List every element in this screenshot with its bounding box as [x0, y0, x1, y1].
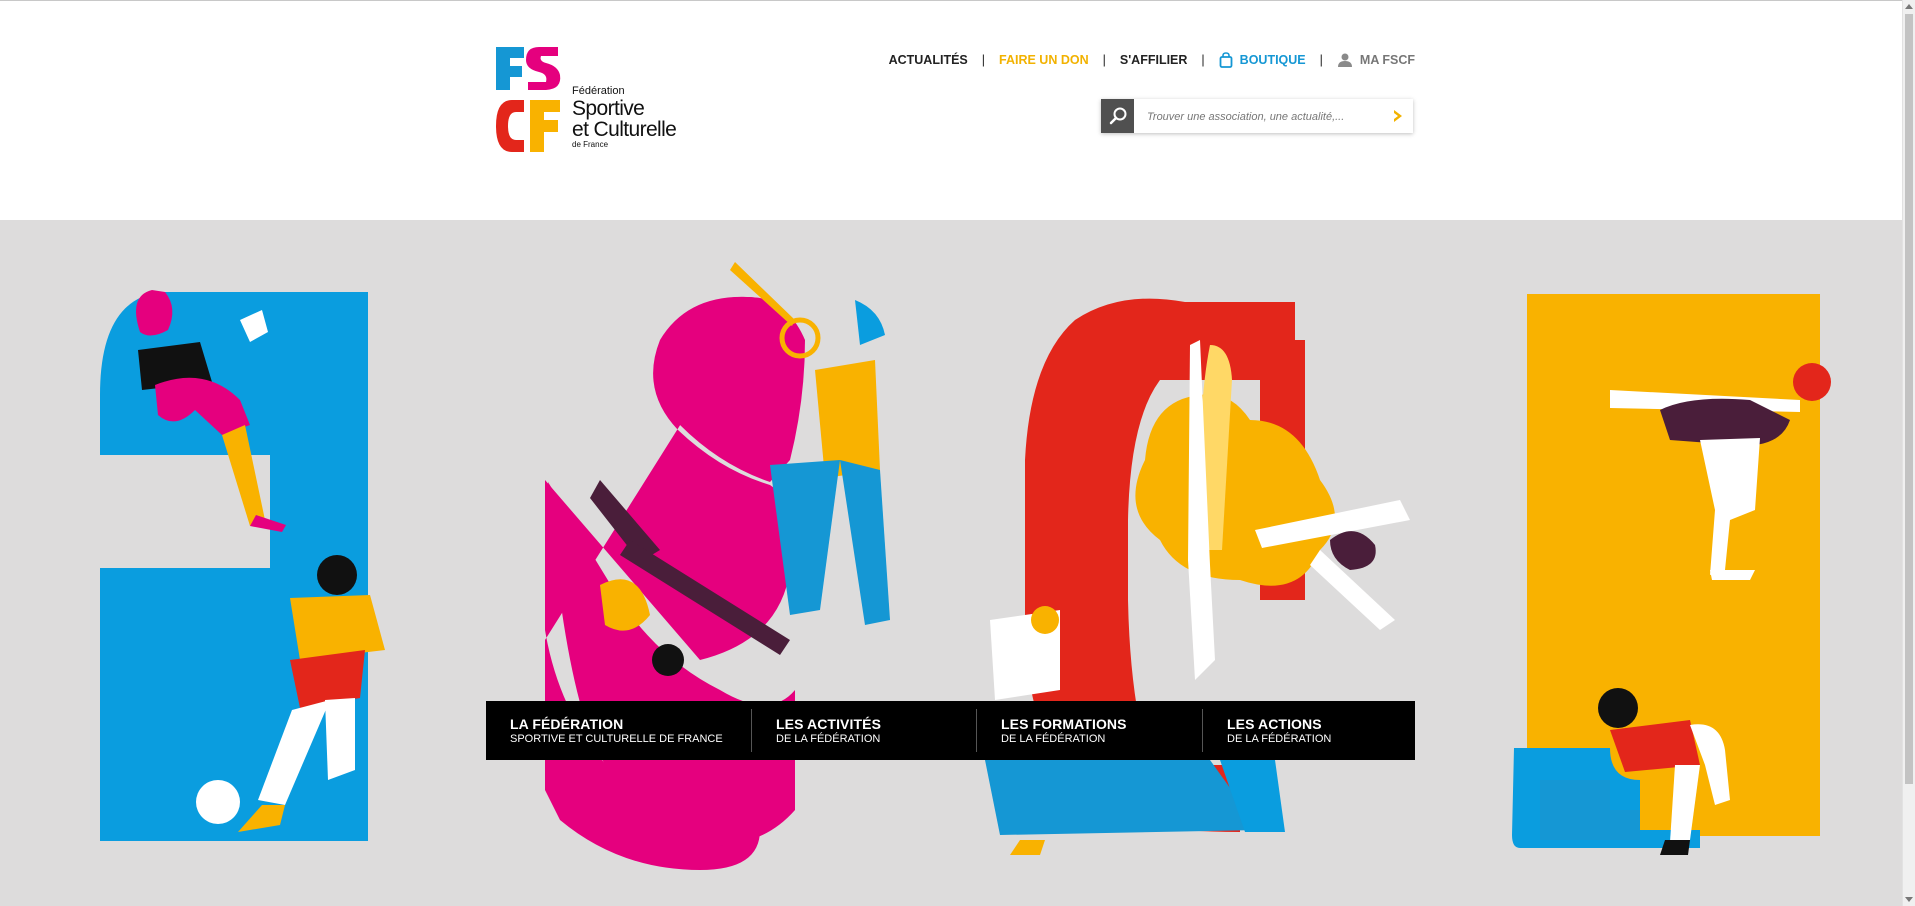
nav-separator: |	[981, 53, 986, 67]
scroll-up-icon[interactable]	[1905, 4, 1913, 9]
main-menu-bar: LA FÉDÉRATION SPORTIVE ET CULTURELLE DE …	[486, 701, 1415, 760]
letter-s-pink	[545, 262, 890, 870]
nav-separator: |	[1102, 53, 1106, 67]
menu-item-subtitle: DE LA FÉDÉRATION	[776, 733, 881, 745]
nav-faire-un-don-link[interactable]: FAIRE UN DON	[999, 53, 1089, 67]
menu-item-subtitle: SPORTIVE ET CULTURELLE DE FRANCE	[510, 733, 723, 745]
menu-item-subtitle: DE LA FÉDÉRATION	[1227, 733, 1332, 745]
nav-actualites-link[interactable]: ACTUALITÉS	[889, 53, 968, 67]
search-button[interactable]	[1101, 99, 1134, 133]
letter-f-blue	[100, 290, 385, 841]
hero-banner	[0, 220, 1903, 906]
site-header: Fédération Sportive et Culturelle de Fra…	[0, 0, 1903, 220]
top-border	[0, 0, 1903, 1]
letter-c-red	[985, 298, 1410, 855]
nav-ma-fscf-link[interactable]: MA FSCF	[1337, 53, 1415, 67]
search-input[interactable]	[1145, 107, 1379, 127]
menu-item-subtitle: DE LA FÉDÉRATION	[1001, 733, 1106, 745]
logo-wordmark[interactable]: Fédération Sportive et Culturelle de Fra…	[572, 85, 677, 149]
logo-line-sportive: Sportive	[572, 97, 645, 120]
hero-illustration	[100, 262, 1831, 870]
search-box	[1101, 99, 1413, 133]
menu-item-title: LES FORMATIONS	[1001, 716, 1127, 732]
menu-item-formations[interactable]: LES FORMATIONS DE LA FÉDÉRATION	[977, 701, 1202, 760]
logo-line-culturelle: et Culturelle	[572, 118, 677, 141]
shopping-bag-icon	[1219, 52, 1233, 68]
menu-item-title: LES ACTIONS	[1227, 716, 1322, 732]
menu-item-activites[interactable]: LES ACTIVITÉS DE LA FÉDÉRATION	[752, 701, 976, 760]
nav-separator: |	[1319, 53, 1323, 67]
vertical-scrollbar[interactable]	[1902, 0, 1915, 906]
logo-line-federation: Fédération	[572, 85, 625, 97]
user-icon	[1337, 53, 1352, 67]
scrollbar-thumb[interactable]	[1905, 14, 1913, 784]
menu-item-federation[interactable]: LA FÉDÉRATION SPORTIVE ET CULTURELLE DE …	[486, 701, 751, 760]
logo-line-france: de France	[572, 140, 609, 149]
nav-boutique-link[interactable]: BOUTIQUE	[1219, 52, 1306, 68]
chevron-right-icon[interactable]	[1391, 108, 1405, 124]
scroll-down-icon[interactable]	[1905, 897, 1913, 902]
nav-separator: |	[1201, 53, 1205, 67]
nav-saffilier-link[interactable]: S'AFFILIER	[1120, 53, 1188, 67]
letter-f-yellow	[1512, 294, 1831, 855]
menu-item-title: LES ACTIVITÉS	[776, 716, 882, 732]
page: Fédération Sportive et Culturelle de Fra…	[0, 0, 1903, 906]
nav-ma-fscf-label: MA FSCF	[1359, 53, 1415, 67]
search-icon	[1109, 107, 1126, 125]
menu-item-actions[interactable]: LES ACTIONS DE LA FÉDÉRATION	[1203, 701, 1415, 760]
top-navigation: ACTUALITÉS | FAIRE UN DON | S'AFFILIER |…	[889, 52, 1415, 68]
nav-boutique-label: BOUTIQUE	[1239, 53, 1306, 67]
menu-item-title: LA FÉDÉRATION	[510, 716, 624, 732]
